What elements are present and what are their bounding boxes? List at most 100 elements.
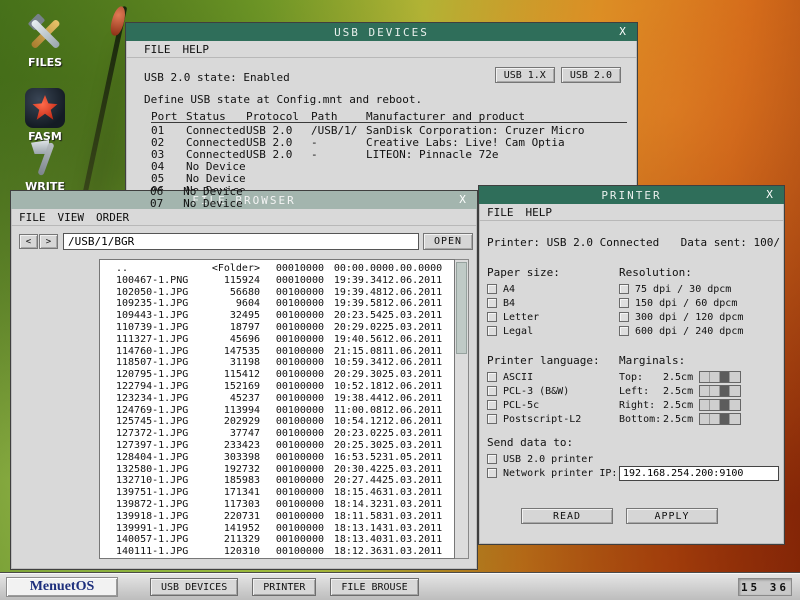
file-row[interactable]: 139918-1.JPG2207310010000018:11.5831.03.… [116, 511, 454, 523]
file-browser-titlebar[interactable]: FILE BROWSER X [11, 191, 477, 209]
checkbox[interactable] [487, 386, 497, 396]
slider-cell[interactable] [720, 400, 730, 410]
marginal-slider[interactable] [699, 385, 741, 397]
slider-cell[interactable] [730, 400, 740, 410]
usb-window-titlebar[interactable]: USB DEVICES X [126, 23, 637, 41]
file-row[interactable]: 127372-1.JPG377470010000020:23.0225.03.2… [116, 428, 454, 440]
file-row[interactable]: 139991-1.JPG1419520010000018:13.1431.03.… [116, 523, 454, 535]
marginal-slider[interactable] [699, 399, 741, 411]
desktop-icon-fasm[interactable]: FASM [16, 88, 74, 143]
open-button[interactable]: OPEN [423, 233, 473, 250]
file-row[interactable]: 122794-1.JPG1521690010000010:52.1812.06.… [116, 381, 454, 393]
option-network-printer-ip-[interactable]: Network printer IP: [487, 466, 617, 480]
option-300-dpi-120-dpcm[interactable]: 300 dpi / 120 dpcm [619, 310, 743, 324]
scrollbar-thumb[interactable] [456, 262, 467, 354]
slider-cell[interactable] [730, 386, 740, 396]
checkbox[interactable] [487, 298, 497, 308]
menu-item-help[interactable]: HELP [526, 206, 553, 219]
file-row[interactable]: 120795-1.JPG1154120010000020:29.3025.03.… [116, 369, 454, 381]
file-row[interactable]: 139751-1.JPG1713410010000018:15.4631.03.… [116, 487, 454, 499]
file-row[interactable]: 128404-1.JPG3033980010000016:53.5231.05.… [116, 452, 454, 464]
slider-cell[interactable] [730, 414, 740, 424]
file-row[interactable]: 114760-1.JPG1475350010000021:15.0811.06.… [116, 346, 454, 358]
checkbox[interactable] [487, 326, 497, 336]
slider-cell[interactable] [710, 400, 720, 410]
option-pcl-5c[interactable]: PCL-5c [487, 398, 581, 412]
checkbox[interactable] [487, 284, 497, 294]
option-legal[interactable]: Legal [487, 324, 539, 338]
file-row[interactable]: 102050-1.JPG566800010000019:39.4812.06.2… [116, 287, 454, 299]
menu-item-order[interactable]: ORDER [96, 211, 129, 224]
slider-cell[interactable] [710, 372, 720, 382]
checkbox[interactable] [487, 468, 497, 478]
option-postscript-l2[interactable]: Postscript-L2 [487, 412, 581, 426]
slider-cell[interactable] [700, 386, 710, 396]
usb-1x-button[interactable]: USB 1.X [495, 67, 555, 83]
file-row[interactable]: 100467-1.PNG1159240001000019:39.3412.06.… [116, 275, 454, 287]
option-b4[interactable]: B4 [487, 296, 539, 310]
menu-item-view[interactable]: VIEW [58, 211, 85, 224]
taskbar-task-usb-devices[interactable]: USB DEVICES [150, 578, 238, 596]
back-arrow-icon[interactable]: < [19, 234, 38, 249]
close-icon[interactable]: X [763, 187, 778, 202]
taskbar-task-printer[interactable]: PRINTER [252, 578, 316, 596]
file-list[interactable]: ..<Folder>0001000000:00.0000.00.00001004… [99, 259, 455, 559]
file-row[interactable]: 111327-1.JPG456960010000019:40.5612.06.2… [116, 334, 454, 346]
option-150-dpi-60-dpcm[interactable]: 150 dpi / 60 dpcm [619, 296, 743, 310]
read-button[interactable]: READ [521, 508, 613, 524]
desktop-icon-files[interactable]: FILES [16, 14, 74, 69]
slider-cell[interactable] [720, 414, 730, 424]
checkbox[interactable] [487, 454, 497, 464]
file-row[interactable]: 132710-1.JPG1859830010000020:27.4425.03.… [116, 475, 454, 487]
option-usb-2-0-printer[interactable]: USB 2.0 printer [487, 452, 617, 466]
menu-item-file[interactable]: FILE [144, 43, 171, 56]
option-600-dpi-240-dpcm[interactable]: 600 dpi / 240 dpcm [619, 324, 743, 338]
file-row[interactable]: 127397-1.JPG2334230010000020:25.3025.03.… [116, 440, 454, 452]
slider-cell[interactable] [700, 372, 710, 382]
menu-item-file[interactable]: FILE [19, 211, 46, 224]
file-row[interactable]: 123234-1.JPG452370010000019:38.4412.06.2… [116, 393, 454, 405]
taskbar-task-file-brouse[interactable]: FILE BROUSE [330, 578, 418, 596]
file-row[interactable]: 140111-1.JPG1203100010000018:12.3631.03.… [116, 546, 454, 558]
file-row[interactable]: 109235-1.JPG96040010000019:39.5812.06.20… [116, 298, 454, 310]
file-row[interactable]: 110739-1.JPG187970010000020:29.0225.03.2… [116, 322, 454, 334]
slider-cell[interactable] [720, 386, 730, 396]
apply-button[interactable]: APPLY [626, 508, 718, 524]
file-row[interactable]: 109443-1.JPG324950010000020:23.5425.03.2… [116, 310, 454, 322]
menu-item-file[interactable]: FILE [487, 206, 514, 219]
network-printer-ip-input[interactable] [619, 466, 779, 481]
marginal-slider[interactable] [699, 371, 741, 383]
menu-item-help[interactable]: HELP [183, 43, 210, 56]
file-row[interactable]: 118507-1.JPG311980010000010:59.3412.06.2… [116, 357, 454, 369]
slider-cell[interactable] [710, 414, 720, 424]
checkbox[interactable] [487, 414, 497, 424]
file-row[interactable]: 124769-1.JPG1139940010000011:00.0812.06.… [116, 405, 454, 417]
file-row[interactable]: ..<Folder>0001000000:00.0000.00.0000 [116, 263, 454, 275]
slider-cell[interactable] [720, 372, 730, 382]
checkbox[interactable] [619, 312, 629, 322]
printer-titlebar[interactable]: PRINTER X [479, 186, 784, 204]
marginal-slider[interactable] [699, 413, 741, 425]
usb-20-button[interactable]: USB 2.0 [561, 67, 621, 83]
option-75-dpi-30-dpcm[interactable]: 75 dpi / 30 dpcm [619, 282, 743, 296]
checkbox[interactable] [619, 298, 629, 308]
checkbox[interactable] [619, 326, 629, 336]
file-row[interactable]: 140057-1.JPG2113290010000018:13.4031.03.… [116, 534, 454, 546]
menuetos-start-button[interactable]: MenuetOS [6, 577, 118, 597]
forward-arrow-icon[interactable]: > [39, 234, 58, 249]
close-icon[interactable]: X [456, 192, 471, 207]
slider-cell[interactable] [710, 386, 720, 396]
file-row[interactable]: 125745-1.JPG2029290010000010:54.1212.06.… [116, 416, 454, 428]
file-row[interactable]: 139872-1.JPG1173030010000018:14.3231.03.… [116, 499, 454, 511]
close-icon[interactable]: X [616, 24, 631, 39]
option-letter[interactable]: Letter [487, 310, 539, 324]
option-a4[interactable]: A4 [487, 282, 539, 296]
checkbox[interactable] [619, 284, 629, 294]
file-row[interactable]: 132580-1.JPG1927320010000020:30.4225.03.… [116, 464, 454, 476]
checkbox[interactable] [487, 372, 497, 382]
slider-cell[interactable] [700, 400, 710, 410]
desktop-icon-write[interactable]: WRITE [16, 138, 74, 193]
path-input[interactable] [63, 233, 419, 250]
slider-cell[interactable] [730, 372, 740, 382]
option-pcl-3-b-w-[interactable]: PCL-3 (B&W) [487, 384, 581, 398]
